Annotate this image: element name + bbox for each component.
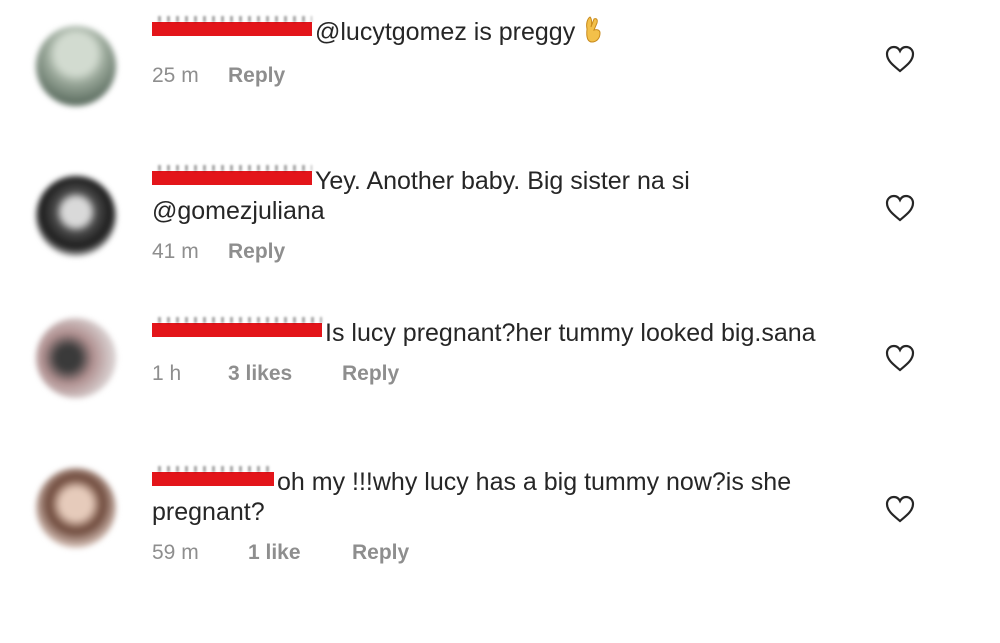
likes-count[interactable]: 1 like [248, 541, 352, 565]
comment-meta: 59 m 1 like Reply [152, 541, 852, 565]
heart-icon[interactable] [884, 494, 916, 524]
crossed-fingers-icon [581, 15, 605, 50]
redacted-username [152, 22, 312, 36]
avatar[interactable] [36, 176, 116, 256]
redacted-username [152, 472, 274, 486]
comment-time: 1 h [152, 362, 182, 385]
likes-count[interactable]: 3 likes [228, 362, 342, 386]
comment-time: 41 m [152, 240, 199, 263]
reply-button[interactable]: Reply [352, 541, 409, 565]
comment-body: Is lucy pregnant?her tummy looked big.sa… [325, 319, 816, 347]
comment-time: 25 m [152, 64, 199, 87]
reply-button[interactable]: Reply [228, 64, 285, 88]
comment-text: Yey. Another baby. Big sister na si @gom… [152, 166, 712, 226]
redacted-username [152, 323, 322, 337]
comment-text: @lucytgomez is preggy [152, 15, 852, 50]
redacted-username [152, 171, 312, 185]
comment-meta: 25 m Reply [152, 64, 852, 88]
reply-button[interactable]: Reply [228, 240, 285, 264]
avatar[interactable] [36, 318, 116, 398]
reply-button[interactable]: Reply [342, 362, 399, 386]
heart-icon[interactable] [884, 44, 916, 74]
comment-text: oh my !!!why lucy has a big tummy now?is… [152, 467, 842, 527]
avatar[interactable] [36, 468, 116, 548]
comment-time: 59 m [152, 541, 199, 564]
comment-text: Is lucy pregnant?her tummy looked big.sa… [152, 318, 852, 348]
comment-meta: 1 h 3 likes Reply [152, 362, 852, 386]
comment-body: @lucytgomez is preggy [315, 18, 576, 46]
heart-icon[interactable] [884, 193, 916, 223]
comment-meta: 41 m Reply [152, 240, 852, 264]
heart-icon[interactable] [884, 343, 916, 373]
avatar[interactable] [36, 26, 116, 106]
